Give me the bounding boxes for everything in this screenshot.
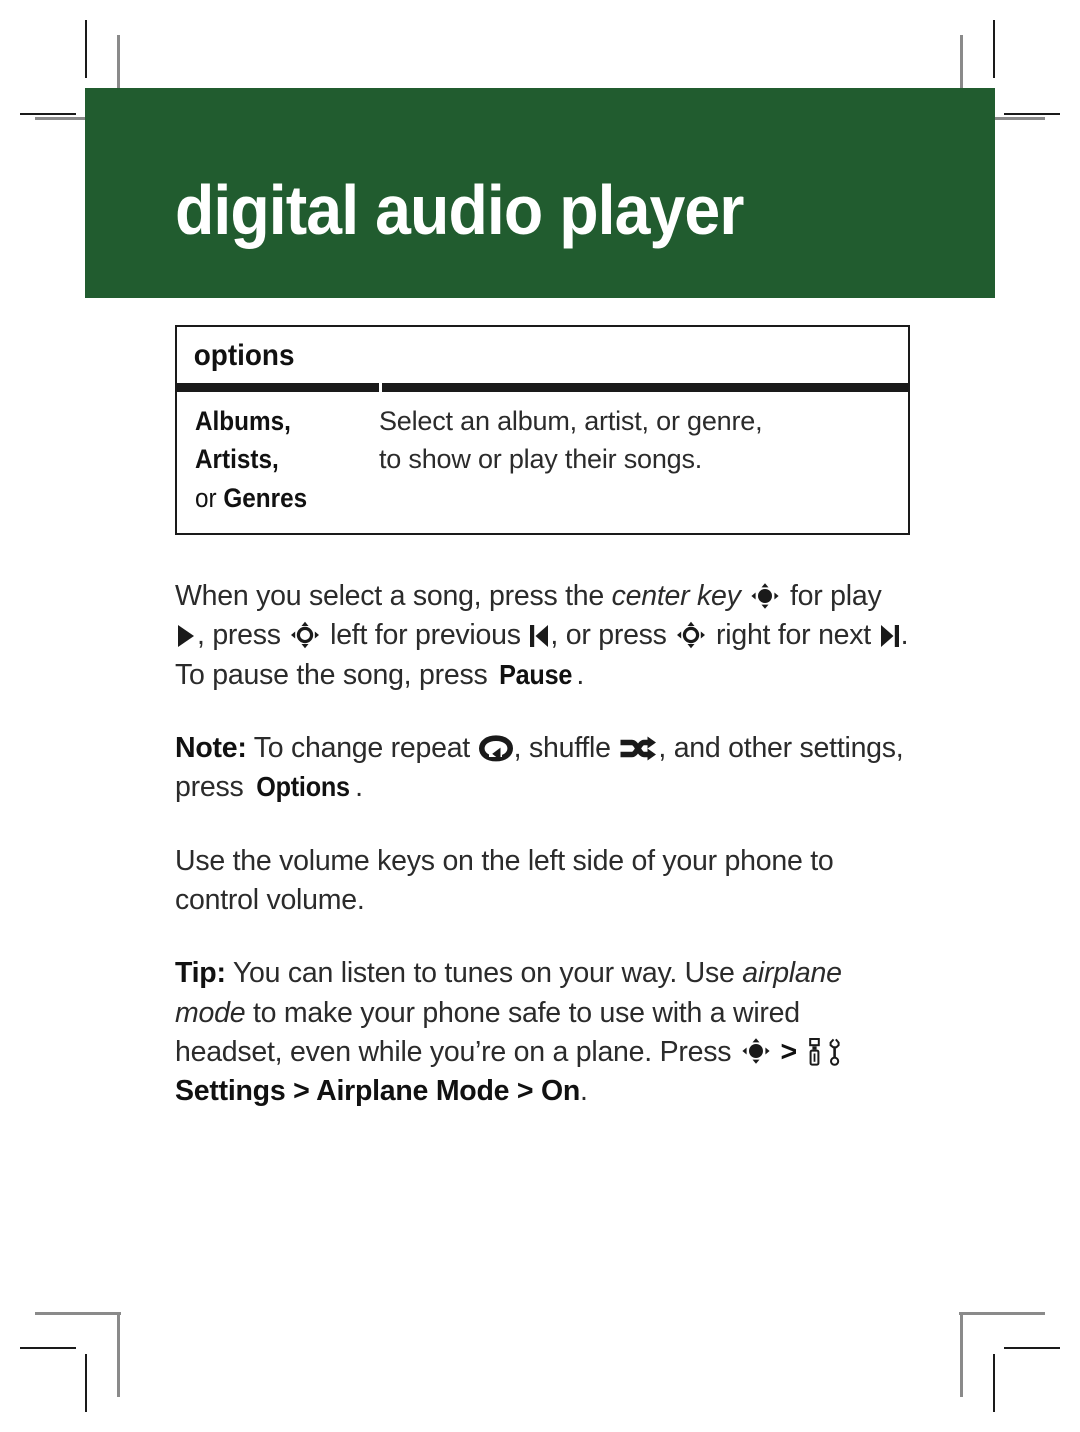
tip-menu-separator-1: > bbox=[285, 1075, 317, 1108]
menu-item-on[interactable]: On bbox=[541, 1075, 580, 1107]
options-table-header: options bbox=[193, 339, 295, 372]
options-term-cell: Albums, Artists, or Genres bbox=[177, 402, 379, 517]
paragraph-playback: When you select a song, press the center… bbox=[175, 577, 910, 695]
tip-text-1: You can listen to tunes on your way. Use bbox=[225, 957, 743, 990]
playback-text-7: right for next bbox=[708, 619, 879, 652]
playback-text-3: for play bbox=[782, 579, 882, 612]
crop-mark-bottom-right-vertical bbox=[993, 1354, 995, 1412]
playback-text-2 bbox=[741, 580, 749, 612]
shuffle-icon bbox=[619, 735, 657, 762]
registration-mark-bottom-left-vertical bbox=[117, 1312, 120, 1397]
options-term-line2: Genres bbox=[223, 482, 308, 513]
note-text-4: . bbox=[355, 771, 363, 804]
options-description-line1: Select an album, artist, or genre, bbox=[379, 406, 763, 436]
softkey-pause[interactable]: Pause bbox=[499, 656, 572, 695]
menu-item-airplane-mode[interactable]: Airplane Mode bbox=[316, 1075, 509, 1107]
tip-text-4: . bbox=[580, 1075, 588, 1108]
options-table: options Albums, Artists, or Genres Selec… bbox=[175, 325, 910, 535]
table-row: Albums, Artists, or Genres Select an alb… bbox=[177, 392, 908, 533]
next-track-icon bbox=[879, 623, 901, 649]
repeat-icon bbox=[478, 734, 513, 762]
play-icon bbox=[175, 623, 197, 649]
paragraph-note: Note: To change repeat , shuffle , and o… bbox=[175, 729, 910, 808]
playback-text-4: , press bbox=[197, 619, 289, 652]
crop-mark-top-left-vertical bbox=[85, 20, 87, 78]
playback-text-5: left for previous bbox=[322, 619, 529, 652]
options-term-line1: Albums, Artists, bbox=[195, 406, 291, 475]
page-content: options Albums, Artists, or Genres Selec… bbox=[175, 325, 910, 1140]
nav-key-icon bbox=[288, 621, 322, 649]
menu-item-settings[interactable]: Settings bbox=[175, 1075, 286, 1107]
registration-mark-bottom-right-horizontal bbox=[959, 1312, 1045, 1315]
playback-text-1: When you select a song, press the bbox=[175, 579, 612, 612]
page-title-banner: digital audio player bbox=[85, 88, 995, 298]
tip-label: Tip: bbox=[175, 957, 226, 990]
crop-mark-top-right-vertical bbox=[993, 20, 995, 78]
softkey-options[interactable]: Options bbox=[256, 768, 350, 807]
nav-center-key-icon bbox=[739, 1037, 773, 1065]
tip-menu-separator-0: > bbox=[772, 1035, 805, 1068]
crop-mark-bottom-right-horizontal bbox=[1004, 1347, 1060, 1349]
nav-key-icon bbox=[674, 621, 708, 649]
crop-mark-bottom-left-vertical bbox=[85, 1354, 87, 1412]
nav-center-key-icon bbox=[748, 582, 782, 610]
registration-mark-bottom-right-vertical bbox=[960, 1312, 963, 1397]
options-term-connector: or bbox=[195, 482, 217, 513]
paragraph-tip: Tip: You can listen to tunes on your way… bbox=[175, 954, 910, 1111]
settings-tools-icon bbox=[807, 1037, 841, 1067]
tip-menu-separator-2: > bbox=[509, 1075, 541, 1108]
note-text-2: , shuffle bbox=[513, 731, 619, 764]
options-table-rule bbox=[177, 383, 908, 392]
paragraph-volume: Use the volume keys on the left side of … bbox=[175, 844, 834, 916]
previous-track-icon bbox=[528, 623, 550, 649]
crop-mark-top-left-horizontal bbox=[20, 113, 76, 115]
tip-text-2: to make your phone safe to use with a wi… bbox=[175, 996, 800, 1068]
registration-mark-bottom-left-horizontal bbox=[35, 1312, 121, 1315]
options-description-cell: Select an album, artist, or genre, to sh… bbox=[379, 402, 908, 517]
note-text-1: To change repeat bbox=[246, 731, 478, 764]
options-description-line2: to show or play their songs. bbox=[379, 444, 703, 475]
page-title: digital audio player bbox=[175, 171, 744, 249]
note-label: Note: bbox=[175, 731, 247, 764]
playback-emphasis-center-key: center key bbox=[611, 579, 741, 612]
playback-text-9: . bbox=[576, 658, 585, 691]
crop-mark-bottom-left-horizontal bbox=[20, 1347, 76, 1349]
crop-mark-top-right-horizontal bbox=[1004, 113, 1060, 115]
playback-text-6: , or press bbox=[550, 619, 675, 652]
